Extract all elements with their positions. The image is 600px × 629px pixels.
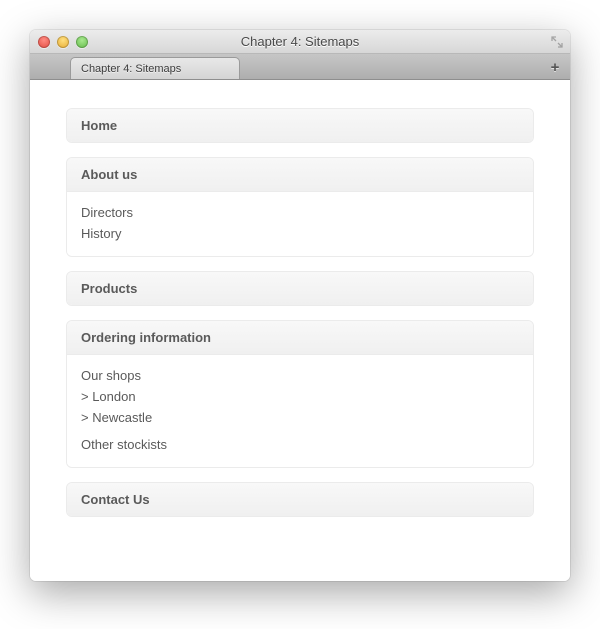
close-icon[interactable]: [38, 36, 50, 48]
link-home[interactable]: Home: [81, 118, 519, 133]
link-about[interactable]: About us: [81, 167, 519, 182]
minimize-icon[interactable]: [57, 36, 69, 48]
link-products[interactable]: Products: [81, 281, 519, 296]
link-newcastle[interactable]: > Newcastle: [81, 410, 519, 425]
link-ordering[interactable]: Ordering information: [81, 330, 519, 345]
link-history[interactable]: History: [81, 226, 519, 241]
sitemap-section-products: Products: [66, 271, 534, 306]
link-other-stockists[interactable]: Other stockists: [81, 437, 519, 452]
window-title: Chapter 4: Sitemaps: [30, 34, 570, 49]
sitemap-section-about: About us Directors History: [66, 157, 534, 257]
ordering-body: Our shops > London > Newcastle Other sto…: [67, 355, 533, 467]
titlebar[interactable]: Chapter 4: Sitemaps: [30, 30, 570, 54]
new-tab-button[interactable]: +: [546, 58, 564, 76]
sitemap-section-contact: Contact Us: [66, 482, 534, 517]
link-contact[interactable]: Contact Us: [81, 492, 519, 507]
link-london[interactable]: > London: [81, 389, 519, 404]
traffic-lights: [38, 36, 88, 48]
browser-window: Chapter 4: Sitemaps Chapter 4: Sitemaps …: [30, 30, 570, 581]
tab-label: Chapter 4: Sitemaps: [81, 63, 181, 75]
about-body: Directors History: [67, 192, 533, 256]
zoom-icon[interactable]: [76, 36, 88, 48]
fullscreen-icon[interactable]: [550, 35, 564, 49]
sitemap-section-home: Home: [66, 108, 534, 143]
tab-active[interactable]: Chapter 4: Sitemaps: [70, 57, 240, 79]
page-content: Home About us Directors History Products…: [30, 80, 570, 581]
sitemap-section-ordering: Ordering information Our shops > London …: [66, 320, 534, 468]
link-our-shops[interactable]: Our shops: [81, 368, 519, 383]
link-directors[interactable]: Directors: [81, 205, 519, 220]
tabbar: Chapter 4: Sitemaps +: [30, 54, 570, 80]
